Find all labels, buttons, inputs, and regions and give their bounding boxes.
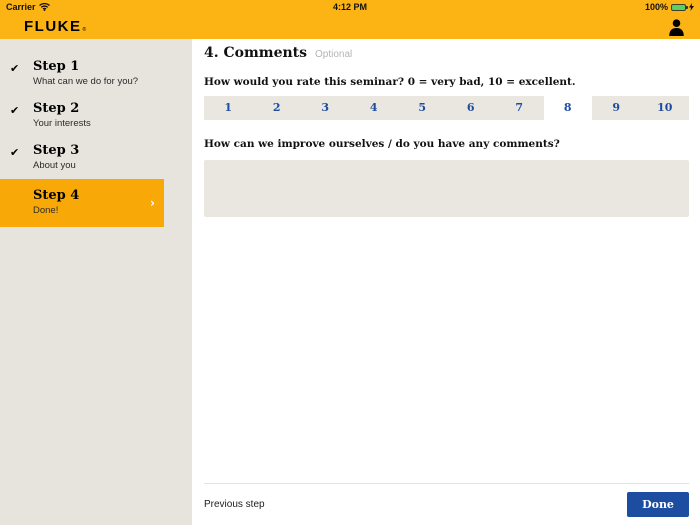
user-account-icon[interactable] <box>668 18 685 36</box>
rating-option-2[interactable]: 2 <box>252 96 301 120</box>
sidebar-step-4[interactable]: Step 4 Done! › <box>0 179 164 227</box>
app-header: FLUKE ® <box>0 14 700 39</box>
sidebar-step-3[interactable]: ✔ Step 3 About you <box>0 137 192 179</box>
previous-step-button[interactable]: Previous step <box>204 499 265 510</box>
sidebar-step-1[interactable]: ✔ Step 1 What can we do for you? <box>0 53 192 95</box>
comments-question-label: How can we improve ourselves / do you ha… <box>204 138 560 150</box>
rating-option-1[interactable]: 1 <box>204 96 253 120</box>
footer-bar: Previous step Done <box>204 483 689 525</box>
status-bar: Carrier 4:12 PM 100% <box>0 0 700 14</box>
carrier-label: Carrier <box>6 2 36 12</box>
comments-textarea[interactable] <box>204 160 689 217</box>
checkmark-icon: ✔ <box>10 146 20 159</box>
rating-option-10[interactable]: 10 <box>640 96 689 120</box>
rating-option-3[interactable]: 3 <box>301 96 350 120</box>
step-title: Step 2 <box>33 101 80 116</box>
wifi-icon <box>38 3 50 11</box>
step-subtitle: About you <box>33 160 76 171</box>
fluke-logo-text: FLUKE <box>24 18 82 35</box>
fluke-logo: FLUKE ® <box>24 18 86 35</box>
checkmark-icon: ✔ <box>10 104 20 117</box>
optional-badge: Optional <box>315 49 353 60</box>
battery-percent: 100% <box>644 2 668 12</box>
step-subtitle: Done! <box>33 205 59 216</box>
rating-option-6[interactable]: 6 <box>446 96 495 120</box>
checkmark-icon: ✔ <box>10 62 20 75</box>
rating-control: 1 2 3 4 5 6 7 8 9 10 <box>204 96 689 120</box>
battery-icon <box>671 3 688 11</box>
steps-sidebar: ✔ Step 1 What can we do for you? ✔ Step 2 You… <box>0 39 192 525</box>
charging-bolt-icon <box>689 3 694 11</box>
step-list: ✔ Step 1 What can we do for you? ✔ Step 2 You… <box>0 53 192 227</box>
chevron-right-icon: › <box>150 196 155 210</box>
rating-option-5[interactable]: 5 <box>398 96 447 120</box>
step-title: Step 3 <box>33 143 80 158</box>
rating-option-7[interactable]: 7 <box>495 96 544 120</box>
main-content: 4. Comments Optional How would you rate … <box>192 39 700 525</box>
step-title: Step 4 <box>33 188 80 203</box>
rating-option-9[interactable]: 9 <box>592 96 641 120</box>
step-title: Step 1 <box>33 59 80 74</box>
registered-mark: ® <box>82 27 87 33</box>
page-title: 4. Comments <box>204 45 308 61</box>
step-subtitle: Your interests <box>33 118 91 129</box>
done-button[interactable]: Done <box>627 492 689 517</box>
sidebar-step-2[interactable]: ✔ Step 2 Your interests <box>0 95 192 137</box>
clock: 4:12 PM <box>332 2 367 12</box>
rating-option-8[interactable]: 8 <box>543 96 592 120</box>
rating-option-4[interactable]: 4 <box>349 96 398 120</box>
step-subtitle: What can we do for you? <box>33 76 139 87</box>
rating-question-label: How would you rate this seminar? 0 = ver… <box>204 76 576 88</box>
